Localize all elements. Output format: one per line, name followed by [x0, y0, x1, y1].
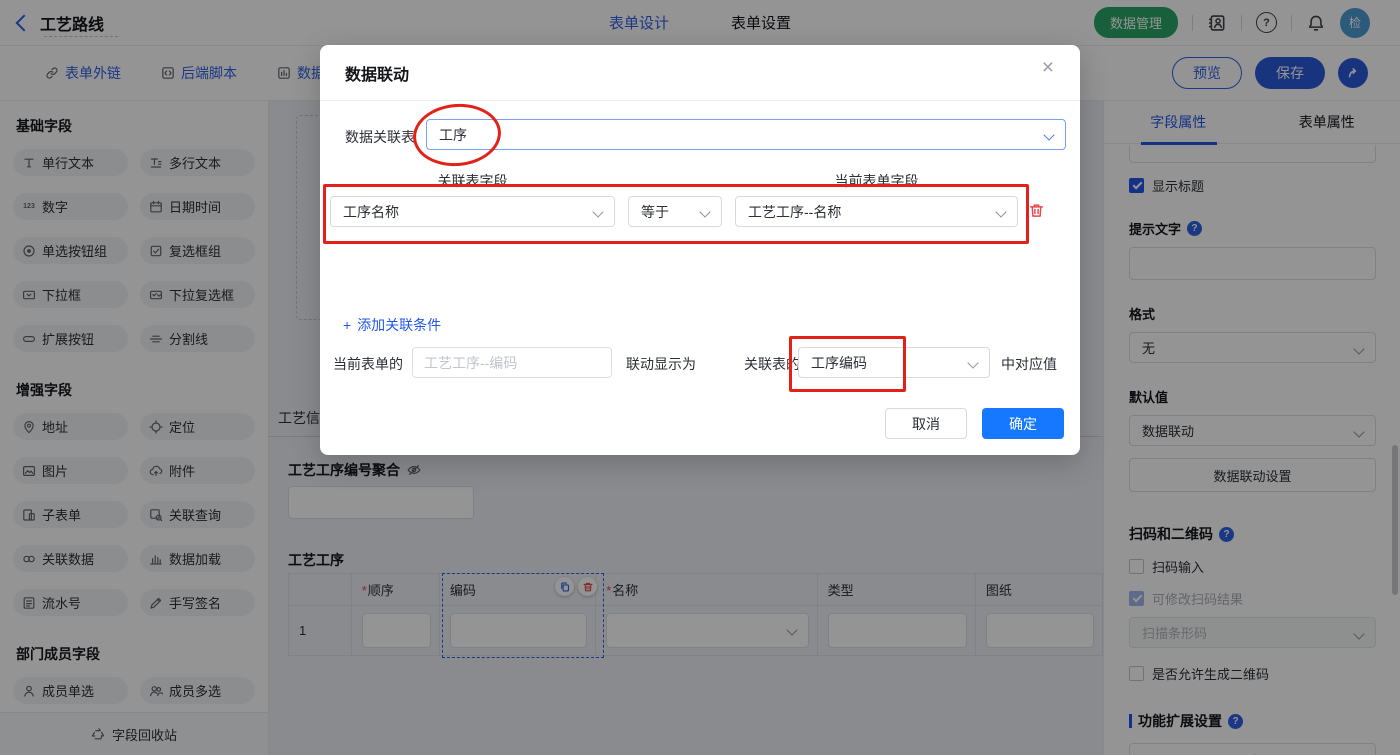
close-icon[interactable]: ×	[1042, 57, 1054, 78]
data-linkage-modal: 数据联动 × 数据关联表 工序 关联表字段 当前表单字段 工序名称 等于 工艺工…	[320, 45, 1080, 455]
relation-table-select[interactable]: 工序	[426, 119, 1066, 150]
chevron-down-icon	[592, 206, 604, 218]
cancel-button[interactable]: 取消	[885, 408, 967, 439]
display-as-label: 联动显示为	[626, 356, 696, 372]
related-table-label: 关联表的	[744, 356, 800, 372]
chevron-down-icon	[699, 206, 711, 218]
modal-title: 数据联动	[345, 67, 410, 84]
modal-divider	[320, 100, 1080, 101]
plus-icon: +	[343, 317, 352, 333]
current-form-field-input[interactable]: 工艺工序--编码	[412, 347, 612, 378]
chevron-down-icon	[1043, 129, 1055, 141]
corresponding-value-label: 中对应值	[1001, 356, 1057, 372]
confirm-button[interactable]: 确定	[982, 408, 1064, 439]
related-field-column-header: 关联表字段	[437, 173, 508, 189]
operator-select[interactable]: 等于	[628, 196, 722, 227]
chevron-down-icon	[967, 357, 979, 369]
add-condition-link[interactable]: + 添加关联条件	[343, 315, 441, 335]
trash-icon	[1029, 204, 1044, 217]
current-field-select[interactable]: 工艺工序--名称	[735, 196, 1018, 227]
chevron-down-icon	[995, 206, 1007, 218]
related-value-select[interactable]: 工序编码	[798, 347, 990, 378]
relation-table-label: 数据关联表	[345, 129, 415, 145]
current-form-label: 当前表单的	[333, 356, 403, 372]
delete-condition-button[interactable]	[1028, 202, 1045, 219]
current-field-column-header: 当前表单字段	[834, 173, 919, 189]
related-field-select[interactable]: 工序名称	[330, 196, 615, 227]
